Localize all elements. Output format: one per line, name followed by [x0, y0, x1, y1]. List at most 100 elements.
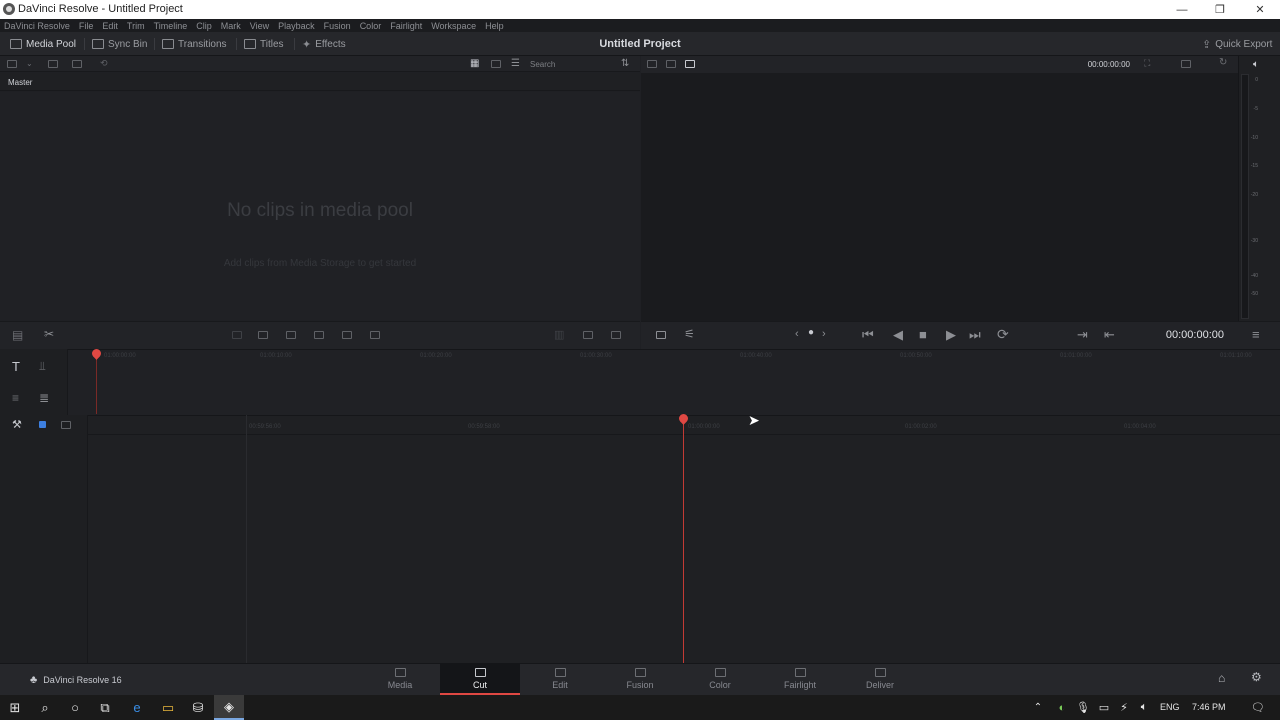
- sort-icon[interactable]: ⇅: [621, 58, 629, 69]
- upper-ruler[interactable]: 01:00:00:00 01:00:10:00 01:00:20:00 01:0…: [68, 349, 1280, 359]
- page-tab-color[interactable]: Color: [680, 663, 760, 695]
- menu-timeline[interactable]: Timeline: [154, 21, 188, 31]
- search-input[interactable]: [530, 59, 616, 70]
- ripple-overwrite-icon[interactable]: [286, 331, 296, 339]
- mark-in-icon[interactable]: ⇥: [1077, 327, 1088, 343]
- source-clip-icon[interactable]: [647, 60, 657, 68]
- home-icon[interactable]: ⌂: [1218, 671, 1225, 685]
- page-tab-fairlight[interactable]: Fairlight: [760, 663, 840, 695]
- bin-list-toggle-icon[interactable]: [7, 60, 17, 68]
- volume-icon[interactable]: 🔈︎: [1134, 695, 1154, 720]
- edge-browser-icon[interactable]: e: [122, 695, 152, 720]
- go-to-end-icon[interactable]: ⏭: [969, 327, 981, 343]
- previous-marker-icon[interactable]: ‹: [795, 328, 799, 340]
- system-clock[interactable]: 7:46 PM: [1192, 702, 1226, 712]
- chevron-down-icon[interactable]: ⌄: [26, 59, 33, 68]
- menu-workspace[interactable]: Workspace: [431, 21, 476, 31]
- effects-button[interactable]: ✦ Effects: [302, 37, 346, 51]
- page-tab-cut[interactable]: Cut: [440, 663, 520, 695]
- next-marker-icon[interactable]: ›: [822, 328, 826, 340]
- page-tab-media[interactable]: Media: [360, 663, 440, 695]
- menu-help[interactable]: Help: [485, 21, 504, 31]
- input-language[interactable]: ENG: [1160, 702, 1180, 712]
- viewer-display[interactable]: [641, 73, 1238, 321]
- close-up-icon[interactable]: [314, 331, 324, 339]
- page-tab-deliver[interactable]: Deliver: [840, 663, 920, 695]
- sync-bin-button[interactable]: Sync Bin: [92, 37, 147, 51]
- place-on-top-icon[interactable]: [342, 331, 352, 339]
- store-icon[interactable]: ⛁: [183, 695, 213, 720]
- page-tab-edit[interactable]: Edit: [520, 663, 600, 695]
- menu-davinci-resolve[interactable]: DaVinci Resolve: [4, 21, 70, 31]
- menu-fusion[interactable]: Fusion: [324, 21, 351, 31]
- davinci-taskbar-icon[interactable]: ◈: [214, 695, 244, 720]
- menu-playback[interactable]: Playback: [278, 21, 315, 31]
- minimize-button[interactable]: —: [1162, 0, 1202, 19]
- loop-refresh-icon[interactable]: ↻: [1219, 57, 1227, 68]
- reverse-play-icon[interactable]: ◀: [893, 327, 903, 343]
- lower-timeline[interactable]: [0, 435, 1280, 663]
- text-tool-icon[interactable]: T: [12, 359, 20, 374]
- menu-clip[interactable]: Clip: [196, 21, 212, 31]
- scissors-icon[interactable]: ✂: [44, 327, 54, 341]
- speaker-icon[interactable]: 🔈︎: [1253, 59, 1259, 70]
- play-icon[interactable]: ▶: [946, 327, 956, 343]
- menu-color[interactable]: Color: [360, 21, 382, 31]
- file-explorer-icon[interactable]: ▭: [153, 695, 183, 720]
- smooth-cut-icon[interactable]: [611, 331, 621, 339]
- menu-file[interactable]: File: [79, 21, 94, 31]
- smart-insert-icon[interactable]: [232, 331, 242, 339]
- battery-icon[interactable]: ▭: [1094, 695, 1114, 720]
- import-folder-icon[interactable]: [72, 60, 82, 68]
- filmstrip-view-icon[interactable]: [491, 60, 501, 68]
- safe-area-icon[interactable]: ⛶: [1144, 58, 1150, 69]
- notifications-icon[interactable]: 🗨︎: [1243, 695, 1273, 720]
- chevron-up-icon[interactable]: ⌃: [1030, 695, 1046, 720]
- lower-timeline-ruler[interactable]: 00:59:56:00 00:59:58:00 01:00:00:00 01:0…: [0, 415, 1280, 435]
- transitions-button[interactable]: Transitions: [162, 37, 227, 51]
- dissolve-icon[interactable]: [583, 331, 593, 339]
- menu-fairlight[interactable]: Fairlight: [390, 21, 422, 31]
- settings-sliders-icon[interactable]: ⚟: [684, 327, 695, 341]
- mark-out-icon[interactable]: ⇤: [1104, 327, 1115, 343]
- search-icon[interactable]: ⌕: [30, 695, 60, 720]
- go-to-start-icon[interactable]: ⏮: [862, 327, 874, 343]
- track-height-icon[interactable]: ≣: [39, 391, 49, 405]
- menu-mark[interactable]: Mark: [221, 21, 241, 31]
- wrench-icon[interactable]: ⚒: [12, 418, 22, 431]
- quick-export-button[interactable]: ⇪ Quick Export: [1202, 37, 1272, 51]
- audio-track-icon[interactable]: ≡: [12, 391, 19, 405]
- menu-trim[interactable]: Trim: [127, 21, 145, 31]
- source-tape-icon[interactable]: [666, 60, 676, 68]
- task-view-icon[interactable]: ⧉: [90, 695, 120, 720]
- link-icon[interactable]: ⟲: [100, 58, 108, 69]
- transition-cut-icon[interactable]: ▥: [554, 328, 564, 341]
- list-view-icon[interactable]: ☰: [511, 58, 520, 69]
- source-viewer-mode-icon[interactable]: [656, 331, 666, 339]
- menu-view[interactable]: View: [250, 21, 269, 31]
- timeline-viewer-icon[interactable]: [685, 60, 695, 68]
- bin-clips-icon[interactable]: ▤: [12, 328, 23, 342]
- viewer-options-icon[interactable]: [1181, 60, 1191, 68]
- audio-track-toggle-icon[interactable]: [61, 421, 71, 429]
- loop-icon[interactable]: ⟳: [997, 326, 1009, 343]
- close-button[interactable]: ✕: [1240, 0, 1280, 19]
- maximize-button[interactable]: ❐: [1200, 0, 1240, 19]
- grid-view-icon[interactable]: ▦: [470, 58, 479, 69]
- page-tab-fusion[interactable]: Fusion: [600, 663, 680, 695]
- titles-button[interactable]: Titles: [244, 37, 284, 51]
- gear-icon[interactable]: ⚙: [1251, 670, 1262, 684]
- microphone-icon[interactable]: 🎙︎: [1074, 695, 1092, 720]
- append-icon[interactable]: [258, 331, 268, 339]
- hamburger-menu-icon[interactable]: ≡: [1252, 327, 1260, 342]
- cortana-icon[interactable]: ○: [60, 695, 90, 720]
- marker-dot-icon[interactable]: ●: [808, 327, 814, 338]
- import-media-icon[interactable]: [48, 60, 58, 68]
- split-icon[interactable]: ⫫: [39, 359, 46, 374]
- stop-icon[interactable]: ■: [919, 327, 927, 342]
- media-pool-button[interactable]: Media Pool: [10, 37, 76, 51]
- track-lock-icon[interactable]: [39, 421, 46, 428]
- source-overwrite-icon[interactable]: [370, 331, 380, 339]
- network-icon[interactable]: ⚡: [1114, 695, 1134, 720]
- menu-edit[interactable]: Edit: [102, 21, 118, 31]
